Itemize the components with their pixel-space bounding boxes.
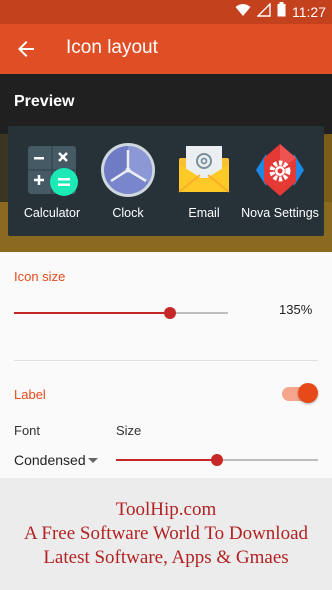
- icon-size-slider-fill: [14, 312, 171, 314]
- watermark-line-1: ToolHip.com: [115, 499, 217, 520]
- font-dropdown-value: Condensed: [14, 452, 86, 468]
- watermark-line-3: Latest Software, Apps & Gmaes: [43, 547, 289, 568]
- app-label: Email: [188, 206, 220, 220]
- font-label: Font: [14, 423, 41, 438]
- app-label: Nova Settings: [241, 206, 319, 220]
- preview-label: Preview: [14, 93, 75, 110]
- label-size-slider-fill: [116, 459, 217, 461]
- divider: [14, 360, 318, 361]
- app-clock: Clock: [86, 142, 170, 220]
- app-calculator: Calculator: [10, 142, 94, 220]
- preview-panel: Preview Calculator Clock Email Nova Sett…: [0, 74, 332, 252]
- label-section-title: Label: [14, 387, 46, 402]
- app-email: Email: [162, 142, 246, 220]
- page-title: Icon layout: [66, 37, 158, 58]
- dropdown-arrow-icon: [88, 458, 98, 463]
- status-time: 11:27: [292, 4, 326, 20]
- nova-settings-icon: [252, 142, 308, 198]
- battery-icon: [277, 2, 286, 22]
- icon-size-slider[interactable]: [14, 307, 228, 319]
- icon-size-value: 135%: [279, 302, 313, 317]
- settings-panel: Icon size 135% Label Font Size Condensed: [0, 252, 332, 478]
- watermark-line-2: A Free Software World To Download: [23, 523, 309, 544]
- app-bar: Icon layout: [0, 24, 332, 74]
- size-label: Size: [116, 423, 142, 438]
- calculator-icon: [24, 142, 80, 198]
- signal-icon: [256, 1, 271, 22]
- watermark-banner: ToolHip.com A Free Software World To Dow…: [0, 478, 332, 590]
- status-bar: 11:27: [0, 0, 332, 24]
- wifi-icon: [235, 3, 251, 22]
- back-arrow-icon[interactable]: [14, 37, 38, 61]
- clock-icon: [100, 142, 156, 198]
- preview-dock: Calculator Clock Email Nova Settings: [8, 126, 324, 236]
- font-dropdown[interactable]: Condensed: [14, 452, 102, 472]
- label-size-slider-thumb[interactable]: [211, 454, 223, 466]
- icon-size-title: Icon size: [14, 269, 66, 284]
- app-label: Calculator: [23, 206, 81, 220]
- app-nova-settings: Nova Settings: [238, 142, 322, 220]
- label-toggle[interactable]: [282, 382, 318, 404]
- icon-size-slider-thumb[interactable]: [164, 307, 177, 319]
- email-icon: [176, 142, 232, 198]
- label-toggle-knob[interactable]: [298, 383, 318, 403]
- app-label: Clock: [112, 206, 144, 220]
- label-size-slider[interactable]: [116, 454, 318, 466]
